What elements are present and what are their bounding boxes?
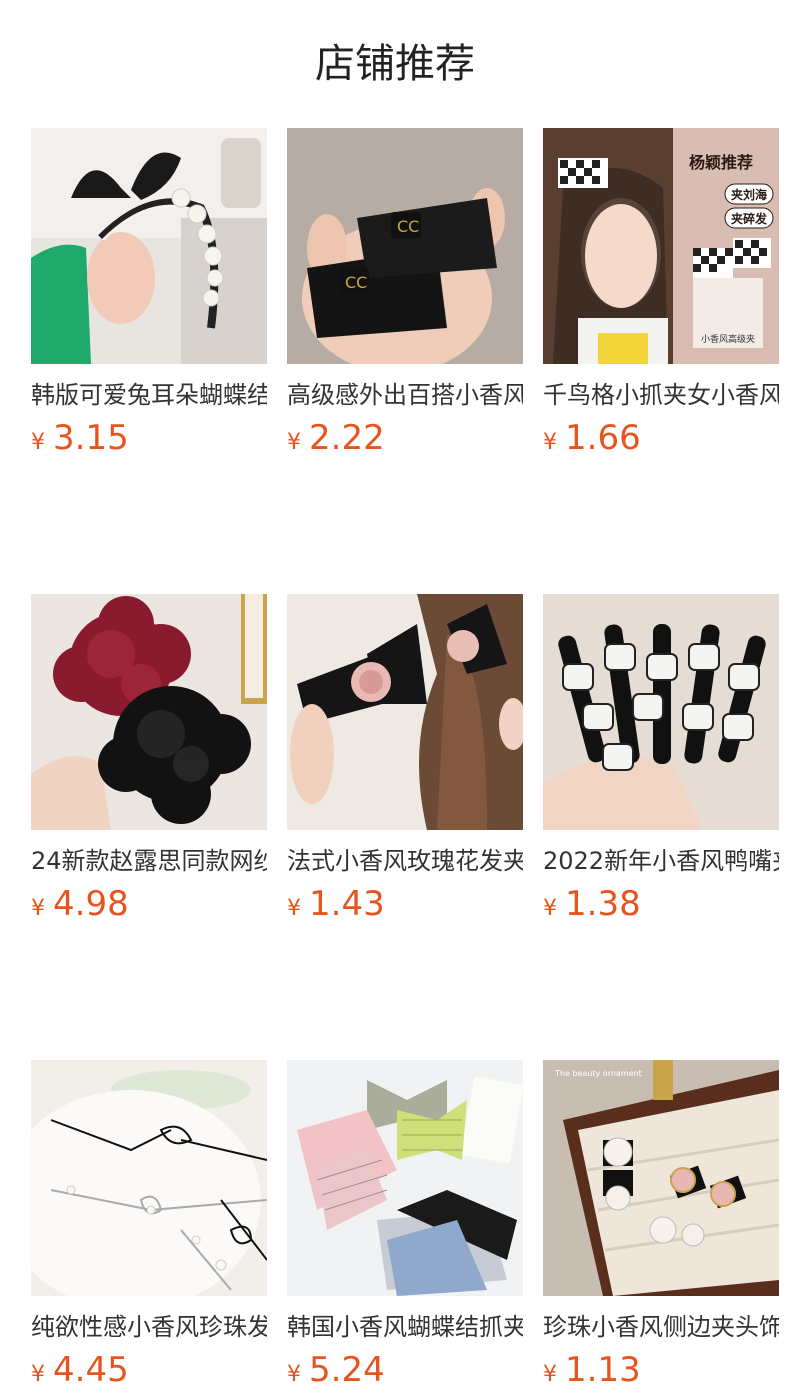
tweed-bow-claw-clips-image[interactable] — [287, 1060, 523, 1296]
overlay-text: The beauty ornament — [554, 1069, 642, 1078]
price-value: 1.66 — [565, 418, 641, 458]
product-name: 24新款赵露思同款网纱花朵发夹 — [31, 847, 267, 875]
product-name: 纯欲性感小香风珍珠发簪 — [31, 1313, 267, 1341]
svg-text:夹碎发: 夹碎发 — [731, 211, 768, 226]
svg-text:夹刘海: 夹刘海 — [731, 187, 767, 202]
product-price: ¥5.24 — [287, 1352, 523, 1394]
product-name: 2022新年小香风鸭嘴夹 — [543, 847, 779, 875]
product-card[interactable]: The beauty ornament 珍珠小香风侧边夹头饰 ¥1.13 — [543, 1060, 779, 1394]
mesh-flower-scrunchie-image[interactable] — [31, 594, 267, 830]
product-name: 韩国小香风蝴蝶结抓夹 — [287, 1313, 523, 1341]
price-value: 4.98 — [53, 884, 129, 924]
price-value: 2.22 — [309, 418, 385, 458]
product-price: ¥1.66 — [543, 420, 779, 462]
svg-text:CC: CC — [345, 273, 367, 292]
currency-symbol: ¥ — [31, 896, 45, 921]
svg-text:CC: CC — [397, 217, 419, 236]
product-card[interactable]: CC CC 高级感外出百搭小香风发夹 ¥2.22 — [287, 128, 523, 462]
product-card[interactable]: 法式小香风玫瑰花发夹 ¥1.43 — [287, 594, 523, 928]
page-title: 店铺推荐 — [315, 41, 475, 87]
product-price: ¥1.38 — [543, 886, 779, 928]
price-value: 1.43 — [309, 884, 385, 924]
houndstooth-duckbill-clips-image[interactable] — [543, 594, 779, 830]
currency-symbol: ¥ — [31, 1362, 45, 1387]
currency-symbol: ¥ — [543, 1362, 557, 1387]
product-price: ¥1.13 — [543, 1352, 779, 1394]
product-name: 千鸟格小抓夹女小香风发夹 — [543, 381, 779, 409]
product-name: 珍珠小香风侧边夹头饰 — [543, 1313, 779, 1341]
pearl-gem-side-clips-image[interactable]: The beauty ornament — [543, 1060, 779, 1296]
currency-symbol: ¥ — [287, 1362, 301, 1387]
price-value: 5.24 — [309, 1350, 385, 1390]
pearl-bow-hairpins-image[interactable] — [31, 1060, 267, 1296]
rose-bow-hair-clip-image[interactable] — [287, 594, 523, 830]
currency-symbol: ¥ — [31, 430, 45, 455]
houndstooth-bow-clip-model-image[interactable]: 杨颖推荐 夹刘海 夹碎发 小香风高级夹 — [543, 128, 779, 364]
product-price: ¥4.98 — [31, 886, 267, 928]
product-card[interactable]: 纯欲性感小香风珍珠发簪 ¥4.45 — [31, 1060, 267, 1394]
product-price: ¥4.45 — [31, 1352, 267, 1394]
product-price: ¥3.15 — [31, 420, 267, 462]
svg-text:小香风高级夹: 小香风高级夹 — [701, 333, 755, 345]
product-card[interactable]: 韩版可爱兔耳朵蝴蝶结发箍 ¥3.15 — [31, 128, 267, 462]
currency-symbol: ¥ — [287, 430, 301, 455]
product-name: 法式小香风玫瑰花发夹 — [287, 847, 523, 875]
currency-symbol: ¥ — [543, 430, 557, 455]
black-velvet-bow-claw-clip-image[interactable]: CC CC — [287, 128, 523, 364]
product-card[interactable]: 杨颖推荐 夹刘海 夹碎发 小香风高级夹 千鸟格小抓夹女小香风发夹 ¥1.66 — [543, 128, 779, 462]
currency-symbol: ¥ — [287, 896, 301, 921]
price-value: 1.38 — [565, 884, 641, 924]
price-value: 1.13 — [565, 1350, 641, 1390]
product-name: 高级感外出百搭小香风发夹 — [287, 381, 523, 409]
product-price: ¥1.43 — [287, 886, 523, 928]
product-name: 韩版可爱兔耳朵蝴蝶结发箍 — [31, 381, 267, 409]
product-card[interactable]: 2022新年小香风鸭嘴夹 ¥1.38 — [543, 594, 779, 928]
svg-text:杨颖推荐: 杨颖推荐 — [689, 153, 753, 172]
pearl-bunny-ear-headband-image[interactable] — [31, 128, 267, 364]
price-value: 4.45 — [53, 1350, 129, 1390]
product-card[interactable]: 韩国小香风蝴蝶结抓夹 ¥5.24 — [287, 1060, 523, 1394]
currency-symbol: ¥ — [543, 896, 557, 921]
product-card[interactable]: 24新款赵露思同款网纱花朵发夹 ¥4.98 — [31, 594, 267, 928]
product-price: ¥2.22 — [287, 420, 523, 462]
product-grid: 韩版可爱兔耳朵蝴蝶结发箍 ¥3.15 CC CC 高级感外出百搭小香风发夹 ¥2… — [31, 128, 779, 1394]
price-value: 3.15 — [53, 418, 129, 458]
